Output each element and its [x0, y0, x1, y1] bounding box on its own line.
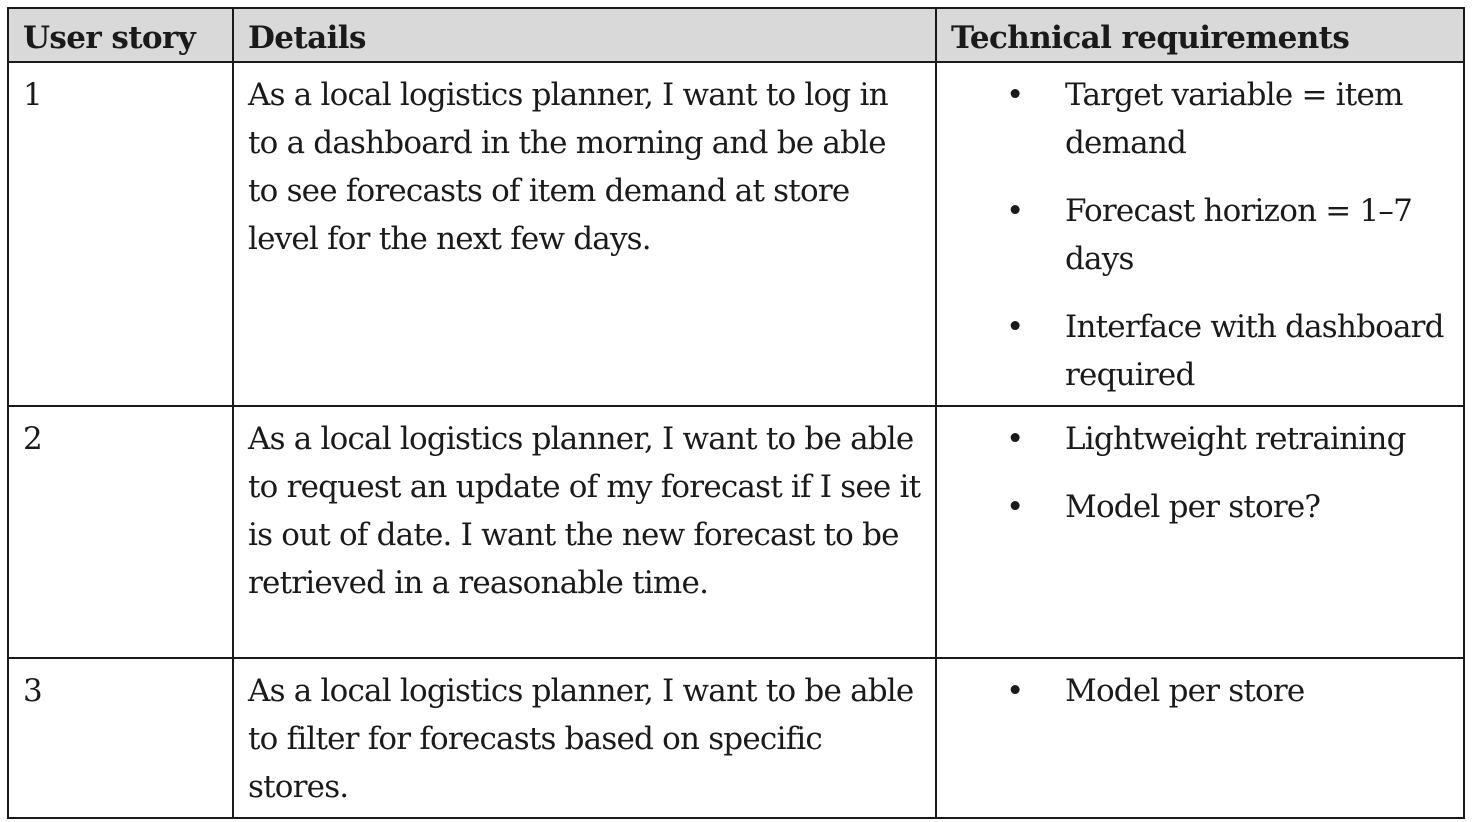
requirements-cell: • Model per store — [935, 657, 1465, 819]
requirements-cell: • Target variable = item demand • Forecast… — [935, 61, 1465, 407]
story-number: 2 — [7, 405, 234, 659]
story-details: As a local logistics planner, I want to … — [232, 61, 937, 407]
requirements-cell: • Lightweight retraining • Model per store… — [935, 405, 1465, 659]
bullet-icon: • — [1006, 193, 1024, 229]
requirement-item: • Model per store — [951, 667, 1449, 715]
requirements-list: • Target variable = item demand • Forecast… — [951, 71, 1449, 399]
bullet-icon: • — [1006, 309, 1024, 345]
requirement-text: Model per store — [1065, 673, 1305, 709]
table-row: 2 As a local logistics planner, I want t… — [7, 405, 1465, 659]
header-details: Details — [232, 7, 937, 63]
bullet-icon: • — [1006, 673, 1024, 709]
requirement-item: • Interface with dashboard required — [951, 303, 1449, 399]
header-technical-requirements: Technical requirements — [935, 7, 1465, 63]
story-number: 1 — [7, 61, 234, 407]
requirement-text: Forecast horizon = 1–7 days — [1065, 193, 1413, 277]
table-row: 3 As a local logistics planner, I want t… — [7, 657, 1465, 819]
bullet-icon: • — [1006, 489, 1024, 525]
story-details: As a local logistics planner, I want to … — [232, 657, 937, 819]
bullet-icon: • — [1006, 77, 1024, 113]
table-row: 1 As a local logistics planner, I want t… — [7, 61, 1465, 407]
user-stories-table: User story Details Technical requirement… — [7, 7, 1465, 819]
requirement-item: • Forecast horizon = 1–7 days — [951, 187, 1449, 283]
requirement-item: • Lightweight retraining — [951, 415, 1449, 463]
requirement-item: • Target variable = item demand — [951, 71, 1449, 167]
requirement-text: Interface with dashboard required — [1065, 309, 1445, 393]
story-number: 3 — [7, 657, 234, 819]
header-user-story: User story — [7, 7, 234, 63]
requirements-list: • Lightweight retraining • Model per store… — [951, 415, 1449, 531]
story-details: As a local logistics planner, I want to … — [232, 405, 937, 659]
requirement-text: Lightweight retraining — [1065, 421, 1406, 457]
requirement-text: Model per store? — [1065, 489, 1321, 525]
requirements-list: • Model per store — [951, 667, 1449, 715]
requirement-text: Target variable = item demand — [1065, 77, 1403, 161]
requirement-item: • Model per store? — [951, 483, 1449, 531]
bullet-icon: • — [1006, 421, 1024, 457]
user-stories-table-container: User story Details Technical requirement… — [7, 7, 1465, 819]
table-header-row: User story Details Technical requirement… — [7, 7, 1465, 63]
